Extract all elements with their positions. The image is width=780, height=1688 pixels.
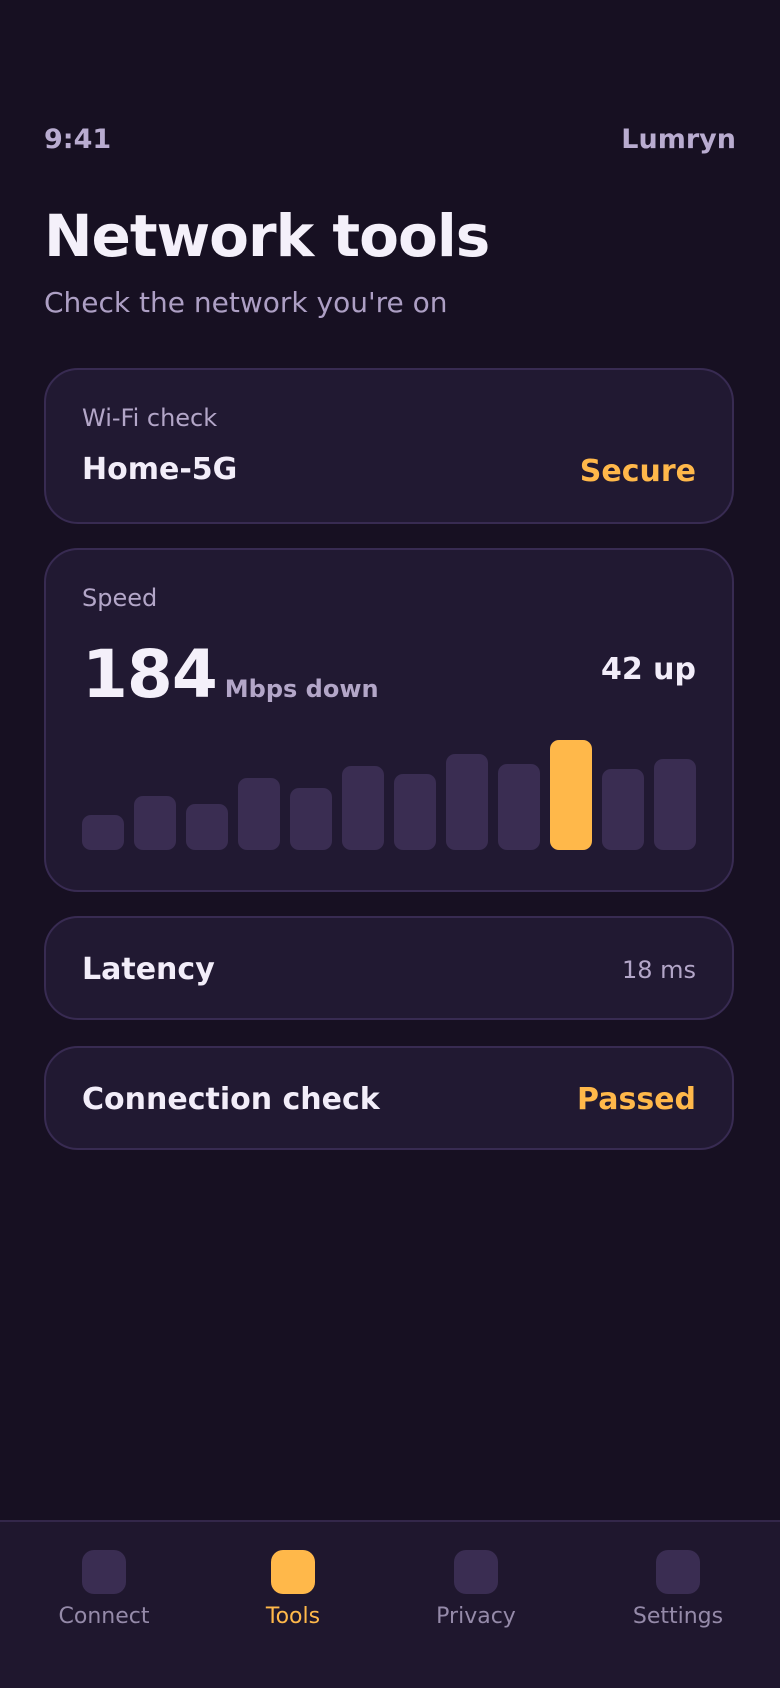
speed-bar — [602, 769, 644, 850]
speed-bar — [498, 764, 540, 850]
speed-bar — [394, 774, 436, 850]
wifi-check-label: Wi-Fi check — [82, 404, 218, 432]
speed-bar — [238, 778, 280, 850]
connection-check-title: Connection check — [82, 1082, 380, 1117]
privacy-icon — [454, 1550, 498, 1594]
status-time: 9:41 — [44, 124, 112, 155]
tab-tools-label: Tools — [265, 1604, 321, 1629]
speed-bar-current — [550, 740, 592, 850]
tools-icon — [271, 1550, 315, 1594]
network-tools-screen: 9:41 Lumryn Network tools Check the netw… — [0, 0, 780, 1688]
tab-settings[interactable]: Settings — [603, 1550, 753, 1629]
speed-bar — [342, 766, 384, 850]
speed-bar — [186, 804, 228, 850]
speed-bar — [82, 815, 124, 850]
connect-icon — [82, 1550, 126, 1594]
speed-bar — [446, 754, 488, 850]
speed-bar — [134, 796, 176, 850]
speed-card[interactable]: Speed 184 Mbps down 42 up — [44, 548, 734, 892]
download-speed-value: 184 — [82, 636, 218, 713]
latency-row[interactable]: Latency 18 ms — [44, 916, 734, 1020]
speed-bar — [654, 759, 696, 850]
wifi-status-badge: Secure — [579, 454, 696, 489]
download-speed-unit: Mbps down — [224, 675, 379, 703]
speed-history-bars — [82, 740, 696, 850]
connection-check-row[interactable]: Connection check Passed — [44, 1046, 734, 1150]
tab-connect[interactable]: Connect — [29, 1550, 179, 1629]
tab-connect-label: Connect — [58, 1604, 150, 1629]
speed-label: Speed — [82, 584, 158, 612]
bottom-tab-bar: Connect Tools Privacy Settings — [0, 1520, 780, 1688]
settings-icon — [656, 1550, 700, 1594]
speed-bar — [290, 788, 332, 850]
brand-name: Lumryn — [621, 124, 736, 155]
connection-check-status: Passed — [577, 1082, 696, 1117]
upload-speed: 42 up — [600, 652, 696, 687]
latency-value: 18 ms — [621, 956, 696, 984]
latency-title: Latency — [82, 952, 215, 987]
wifi-check-card[interactable]: Wi-Fi check Home-5G Secure — [44, 368, 734, 524]
tab-settings-label: Settings — [632, 1604, 724, 1629]
wifi-network-name: Home-5G — [82, 452, 238, 487]
tab-privacy[interactable]: Privacy — [401, 1550, 551, 1629]
download-speed: 184 Mbps down — [82, 636, 379, 713]
tab-tools[interactable]: Tools — [218, 1550, 368, 1629]
tab-privacy-label: Privacy — [436, 1604, 516, 1629]
page-subtitle: Check the network you're on — [44, 286, 448, 319]
page-title: Network tools — [44, 202, 490, 270]
